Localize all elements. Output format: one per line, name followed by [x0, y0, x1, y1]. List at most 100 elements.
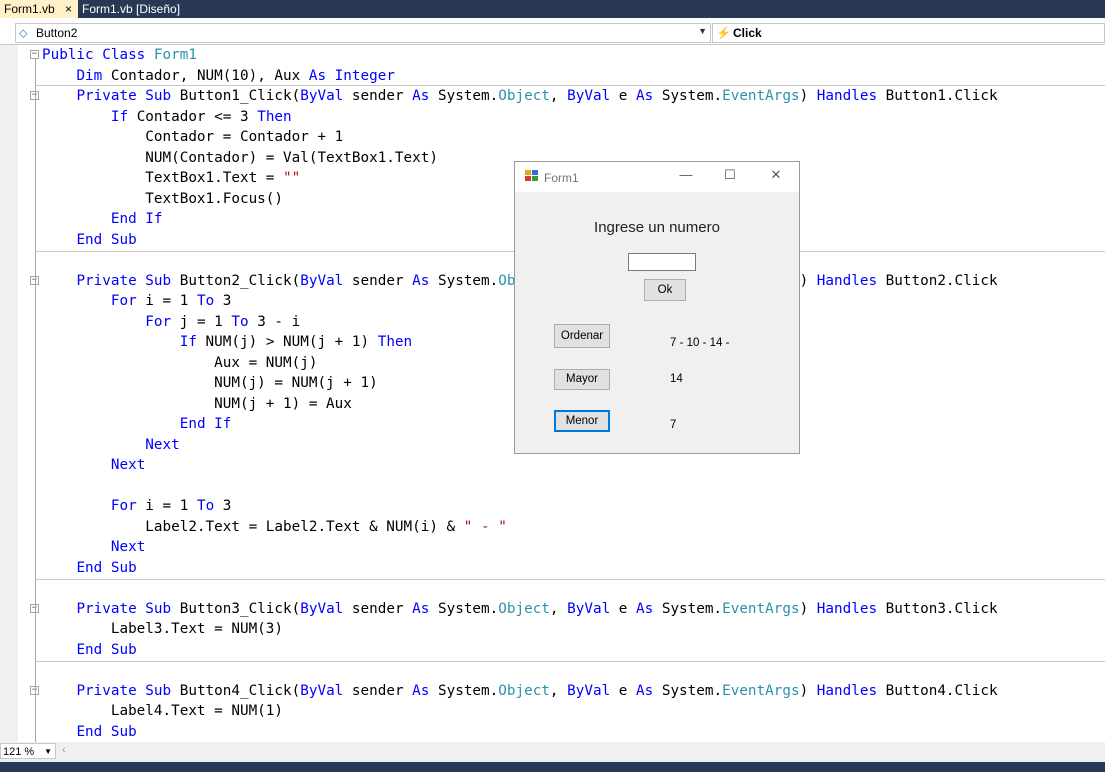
code-keyword: As: [636, 600, 654, 617]
code-line[interactable]: Next: [42, 455, 145, 475]
code-text: Label4.Text = NUM(1): [42, 703, 284, 719]
code-text: Button3_Click(: [171, 600, 301, 617]
code-keyword: For: [110, 498, 137, 514]
menor-button[interactable]: Menor: [554, 410, 610, 432]
code-keyword: As: [636, 88, 654, 104]
close-tab-icon[interactable]: ×: [65, 0, 72, 18]
close-icon[interactable]: ✕: [766, 167, 786, 183]
code-line[interactable]: Contador = Contador + 1: [42, 127, 343, 147]
code-keyword: Handles: [816, 272, 878, 289]
code-keyword: If: [179, 334, 197, 350]
code-line[interactable]: NUM(Contador) = Val(TextBox1.Text): [42, 148, 438, 168]
code-line[interactable]: End Sub: [42, 722, 137, 742]
collapse-region-icon[interactable]: −: [30, 50, 39, 59]
code-line[interactable]: End Sub: [42, 230, 137, 250]
code-line[interactable]: Next: [42, 537, 145, 557]
code-text: NUM(Contador) = Val(TextBox1.Text): [42, 149, 438, 166]
minimize-icon[interactable]: —: [676, 167, 696, 182]
code-line[interactable]: Label2.Text = Label2.Text & NUM(i) & " -…: [42, 517, 507, 537]
chevron-down-icon[interactable]: ▼: [44, 744, 52, 760]
zoom-dropdown[interactable]: 121 % ▼: [0, 743, 56, 759]
tab-form1-code[interactable]: Form1.vb ×: [0, 0, 78, 18]
code-line[interactable]: Aux = NUM(j): [42, 353, 317, 373]
form1-window: Form1 — ☐ ✕ Ingrese un numero Ok Ordenar…: [514, 161, 800, 454]
code-line[interactable]: End If: [42, 209, 163, 229]
code-text: Button4.Click: [877, 682, 998, 699]
code-line[interactable]: Private Sub Button4_Click(ByVal sender A…: [42, 681, 998, 701]
procedure-separator: [35, 579, 1105, 580]
editor-status-bar: 121 % ▼ ‹: [0, 742, 1105, 762]
code-text: ,: [549, 88, 568, 104]
ok-button[interactable]: Ok: [644, 279, 686, 301]
code-line[interactable]: Public Class Form1: [42, 45, 197, 65]
code-line[interactable]: Private Sub Button1_Click(ByVal sender A…: [42, 86, 997, 106]
code-text: sender: [343, 682, 413, 699]
code-line[interactable]: Private Sub Button3_Click(ByVal sender A…: [42, 599, 997, 619]
code-keyword: Public Class: [42, 47, 154, 63]
code-text: ,: [549, 600, 568, 617]
code-line[interactable]: If Contador <= 3 Then: [42, 107, 292, 127]
code-line[interactable]: Label3.Text = NUM(3): [42, 619, 283, 639]
code-line[interactable]: Label4.Text = NUM(1): [42, 701, 283, 721]
code-line[interactable]: End Sub: [42, 640, 136, 660]
code-keyword: For: [110, 293, 137, 309]
code-text: ): [799, 272, 817, 289]
mayor-button[interactable]: Mayor: [554, 369, 610, 390]
code-line[interactable]: TextBox1.Focus(): [42, 189, 283, 209]
scroll-left-icon[interactable]: ‹: [62, 744, 66, 756]
code-keyword: Next: [145, 436, 180, 453]
code-keyword: Dim: [76, 67, 103, 84]
ordenar-button[interactable]: Ordenar: [554, 324, 610, 348]
code-line[interactable]: NUM(j) = NUM(j + 1): [42, 373, 378, 393]
code-keyword: End Sub: [76, 231, 137, 248]
code-text: Label2.Text = Label2.Text & NUM(i) &: [42, 518, 464, 535]
code-line[interactable]: Next: [42, 435, 180, 455]
code-line[interactable]: End Sub: [42, 558, 136, 578]
tab-form1-design[interactable]: Form1.vb [Diseño]: [78, 0, 184, 18]
code-keyword: ByVal: [567, 682, 611, 699]
code-type: EventArgs: [722, 88, 800, 104]
object-dropdown[interactable]: ⬦ Button2 ▼: [15, 23, 711, 43]
object-dropdown-value: Button2: [36, 26, 78, 40]
code-text: j = 1: [171, 313, 232, 330]
maximize-icon[interactable]: ☐: [720, 167, 740, 183]
code-text: 3: [214, 498, 232, 514]
code-line[interactable]: End If: [42, 414, 232, 434]
tab-label: Form1.vb: [4, 2, 55, 16]
code-text: Button2_Click(: [171, 272, 301, 289]
window-title: Form1: [544, 171, 579, 185]
code-line[interactable]: Dim Contador, NUM(10), Aux As Integer: [42, 66, 395, 86]
code-line[interactable]: TextBox1.Text = "": [42, 168, 300, 188]
chevron-down-icon[interactable]: ▼: [698, 26, 707, 36]
code-keyword: End Sub: [76, 723, 137, 740]
form1-title-bar[interactable]: Form1 — ☐ ✕: [515, 162, 799, 192]
code-line[interactable]: For i = 1 To 3: [42, 496, 232, 516]
code-keyword: End If: [110, 211, 163, 227]
code-keyword: ByVal: [300, 88, 344, 104]
code-text: Contador, NUM(10), Aux: [102, 67, 309, 84]
code-keyword: Private Sub: [76, 272, 172, 289]
code-line[interactable]: NUM(j + 1) = Aux: [42, 394, 352, 414]
code-line[interactable]: If NUM(j) > NUM(j + 1) Then: [42, 332, 412, 352]
code-text: ,: [549, 682, 568, 699]
code-keyword: As: [636, 682, 654, 699]
number-input[interactable]: [628, 253, 696, 271]
member-dropdown[interactable]: ⚡ Click: [712, 23, 1105, 43]
code-keyword: Handles: [816, 600, 878, 617]
sorted-result-label: 7 - 10 - 14 -: [670, 337, 730, 349]
code-line[interactable]: For j = 1 To 3 - i: [42, 312, 300, 332]
code-navigation-bar: ⬦ Button2 ▼ ⚡ Click: [0, 22, 1105, 45]
code-line[interactable]: For i = 1 To 3: [42, 291, 232, 311]
